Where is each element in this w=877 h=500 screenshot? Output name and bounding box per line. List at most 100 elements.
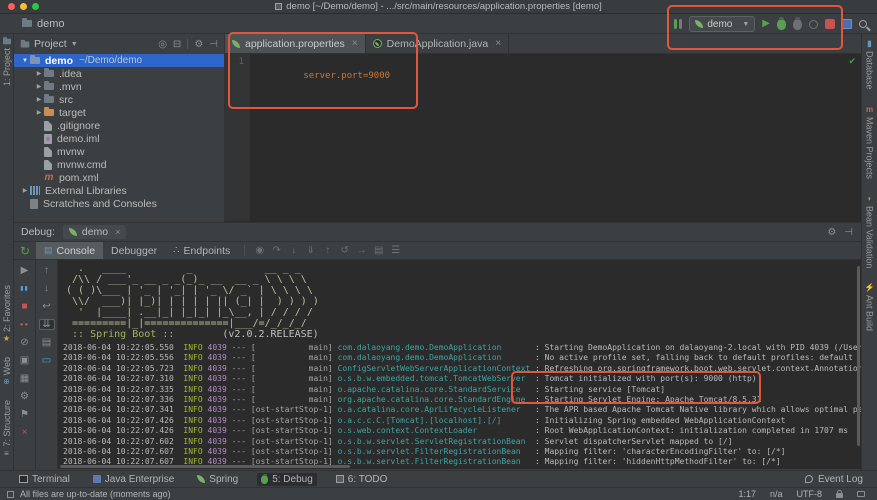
sidebar-item-bean-validation[interactable]: ◗Bean Validation (865, 195, 875, 268)
toolbar-toggle-icon[interactable] (674, 19, 682, 29)
tree-item-mvnw[interactable]: mvnw (14, 145, 224, 158)
horizontal-scrollbar[interactable] (60, 465, 350, 468)
tree-toggle-icon[interactable]: ▶ (34, 83, 44, 90)
tree-item-mvn[interactable]: ▶.mvn (14, 80, 224, 93)
console-output[interactable]: . ____ _ __ _ _ /\\ / ___'_ __ _ _(_)_ _… (58, 260, 861, 469)
sidebar-item-ant-build[interactable]: ⚡Ant Build (865, 284, 875, 331)
caret-position[interactable]: 1:17 (738, 489, 756, 499)
toolwindow-spring[interactable]: Spring (193, 473, 242, 486)
resume-program-icon[interactable]: ▶ (17, 265, 33, 276)
search-everywhere-icon[interactable] (859, 20, 867, 28)
highlighting-level-icon[interactable] (857, 491, 865, 497)
tree-item-external-libraries[interactable]: ▶External Libraries (14, 184, 224, 197)
gear-icon[interactable]: ⚙ (827, 227, 836, 238)
tab-application-properties[interactable]: application.properties× (225, 34, 366, 53)
hide-panel-icon[interactable]: ⊣ (209, 39, 218, 50)
debug-button[interactable] (777, 19, 786, 30)
close-session-icon[interactable]: × (115, 227, 120, 237)
toolwindow-java-enterprise[interactable]: Java Enterprise (89, 473, 178, 486)
pin-tab-icon[interactable]: ⚑ (17, 409, 33, 420)
toolwindow-terminal[interactable]: Terminal (15, 473, 74, 486)
tree-toggle-icon[interactable]: ▶ (34, 109, 44, 116)
tab-endpoints[interactable]: ∴Endpoints (165, 242, 238, 259)
settings-gear-icon[interactable]: ⚙ (17, 391, 33, 402)
tree-toggle-icon[interactable]: ▶ (20, 187, 30, 194)
debug-session-tab[interactable]: demo × (63, 225, 127, 239)
step-out-icon[interactable]: ↑ (319, 242, 336, 259)
locate-file-icon[interactable]: ◎ (158, 39, 167, 50)
tree-toggle-icon[interactable]: ▶ (34, 70, 44, 77)
evaluate-expression-icon[interactable]: ▤ (370, 242, 387, 259)
toolwindow-toggle-icon[interactable] (7, 491, 14, 498)
tree-item-src[interactable]: ▶src (14, 93, 224, 106)
close-icon[interactable]: × (17, 427, 33, 438)
toolwindow-6-todo[interactable]: 6: TODO (332, 473, 392, 486)
sidebar-item-project[interactable]: 1: Project (2, 38, 12, 86)
tree-item-demo-iml[interactable]: demo.iml (14, 132, 224, 145)
event-log-button[interactable]: Event Log (805, 474, 863, 485)
tree-item-demo[interactable]: ▼demo~/Demo/demo (14, 54, 224, 67)
drop-frame-icon[interactable]: ↺ (336, 242, 353, 259)
collapse-all-icon[interactable]: ⊟ (173, 39, 181, 50)
hide-panel-icon[interactable]: ⊣ (844, 227, 853, 238)
tab-debugger[interactable]: Debugger (103, 242, 165, 259)
use-soft-wraps-icon[interactable]: ↩ (39, 301, 55, 312)
restore-layout-icon[interactable]: ▦ (17, 373, 33, 384)
sidebar-item-7-structure[interactable]: 7: Structure≡ (2, 400, 12, 458)
project-panel-title[interactable]: Project (34, 38, 67, 50)
tree-item-scratches-and-consoles[interactable]: Scratches and Consoles (14, 197, 224, 210)
run-to-cursor-icon[interactable]: → (353, 242, 370, 259)
tab-console[interactable]: ▤Console (36, 242, 103, 259)
tree-toggle-icon[interactable]: ▼ (20, 58, 30, 64)
window-title: demo [~/Demo/demo] - .../src/main/resour… (0, 1, 877, 12)
tree-item-target[interactable]: ▶target (14, 106, 224, 119)
layout-settings-icon[interactable]: ☰ (387, 242, 404, 259)
sidebar-item-2-favorites[interactable]: 2: Favorites★ (2, 285, 12, 343)
close-tab-icon[interactable]: × (495, 38, 501, 49)
breadcrumb[interactable]: demo (22, 18, 65, 30)
gear-icon[interactable]: ⚙ (194, 39, 203, 50)
close-window-button[interactable] (8, 3, 15, 10)
force-step-into-icon[interactable]: ⇓ (302, 242, 319, 259)
code-editor[interactable]: server.port=9000 (251, 54, 390, 221)
jump-to-bottom-icon[interactable]: ↓ (39, 283, 55, 294)
tree-toggle-icon[interactable]: ▶ (34, 96, 44, 103)
jump-to-top-icon[interactable]: ↑ (39, 265, 55, 276)
toolwindow-5-debug[interactable]: 5: Debug (257, 473, 317, 486)
maven-icon: m (44, 172, 54, 183)
chevron-down-icon[interactable]: ▼ (71, 41, 78, 48)
tree-item-gitignore[interactable]: .gitignore (14, 119, 224, 132)
pause-program-icon[interactable]: ▮▮ (17, 283, 33, 294)
sidebar-item-database[interactable]: ▮Database (865, 40, 875, 90)
run-button[interactable]: ▶ (762, 19, 770, 29)
sidebar-item-web[interactable]: Web⊕ (2, 357, 12, 386)
tree-item-idea[interactable]: ▶.idea (14, 67, 224, 80)
mute-breakpoints-icon[interactable]: ⊘ (17, 337, 33, 348)
tree-item-pom-xml[interactable]: mpom.xml (14, 171, 224, 184)
tab-demoapplication-java[interactable]: DemoApplication.java× (366, 34, 509, 53)
stop-button[interactable] (825, 19, 835, 29)
lock-icon[interactable] (836, 493, 843, 498)
line-separator[interactable]: n/a (770, 489, 783, 499)
run-with-coverage-button[interactable] (793, 19, 802, 30)
run-configuration-select[interactable]: demo ▼ (689, 16, 755, 32)
view-breakpoints-icon[interactable]: ●● (17, 319, 33, 330)
zoom-window-button[interactable] (32, 3, 39, 10)
tree-item-mvnw-cmd[interactable]: mvnw.cmd (14, 158, 224, 171)
close-tab-icon[interactable]: × (352, 38, 358, 49)
minimize-window-button[interactable] (20, 3, 27, 10)
stop-process-icon[interactable]: ■ (17, 301, 33, 312)
vertical-scrollbar[interactable] (857, 266, 860, 446)
show-execution-point-icon[interactable]: ◉ (251, 242, 268, 259)
step-into-icon[interactable]: ↓ (285, 242, 302, 259)
scroll-to-end-icon[interactable]: ⇊ (39, 319, 55, 330)
rerun-icon[interactable]: ↻ (14, 242, 36, 259)
file-encoding[interactable]: UTF-8 (797, 489, 823, 499)
sidebar-item-maven-projects[interactable]: mMaven Projects (865, 106, 875, 179)
screenshot-icon[interactable]: ▣ (17, 355, 33, 366)
profiler-button[interactable] (809, 20, 818, 29)
clear-all-icon[interactable]: ▭ (39, 355, 55, 366)
project-structure-button[interactable] (842, 19, 852, 29)
print-icon[interactable]: ▤ (39, 337, 55, 348)
step-over-icon[interactable]: ↷ (268, 242, 285, 259)
